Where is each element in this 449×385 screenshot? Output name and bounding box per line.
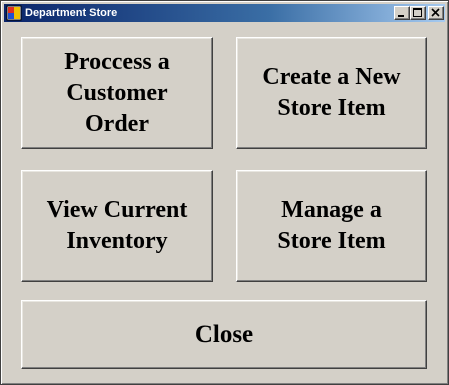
create-store-item-label: Create a New Store Item (262, 64, 401, 121)
application-icon (6, 5, 22, 21)
minimize-icon (398, 15, 404, 17)
process-customer-order-button[interactable]: Proccess a Customer Order (21, 37, 213, 149)
manage-store-item-label: Manage a Store Item (277, 197, 386, 254)
view-inventory-button[interactable]: View Current Inventory (21, 170, 213, 282)
close-window-button[interactable] (428, 6, 444, 20)
main-window: Department Store Proccess a Customer Ord… (0, 0, 449, 385)
close-button-label: Close (194, 321, 254, 348)
maximize-icon (413, 8, 422, 17)
process-customer-order-label: Proccess a Customer Order (64, 48, 170, 137)
manage-store-item-button[interactable]: Manage a Store Item (236, 170, 427, 282)
title-bar[interactable]: Department Store (4, 4, 445, 22)
create-store-item-button[interactable]: Create a New Store Item (236, 37, 427, 149)
close-icon (431, 8, 440, 17)
window-title: Department Store (25, 7, 118, 19)
minimize-button[interactable] (394, 6, 410, 20)
close-button[interactable]: Close (21, 300, 427, 369)
maximize-button[interactable] (410, 6, 426, 20)
view-inventory-label: View Current Inventory (46, 197, 188, 254)
